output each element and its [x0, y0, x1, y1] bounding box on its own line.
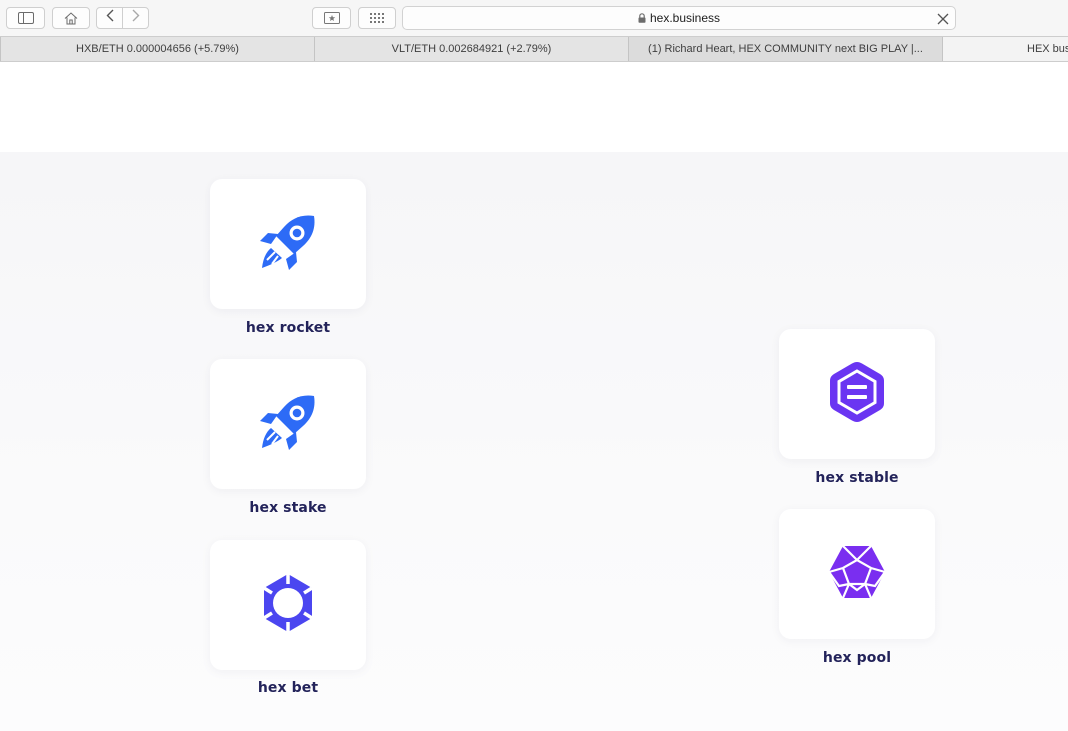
back-button[interactable] — [97, 8, 122, 28]
address-url-text: hex.business — [649, 11, 721, 25]
share-icon — [323, 12, 340, 24]
address-url: hex.business — [403, 11, 955, 26]
app-label-hex-bet[interactable]: hex bet — [210, 680, 366, 696]
rocket-icon — [258, 212, 318, 277]
tab-label: HXB/ETH 0.000004656 (+5.79%) — [76, 43, 239, 55]
tab-bar: HXB/ETH 0.000004656 (+5.79%) VLT/ETH 0.0… — [0, 36, 1068, 62]
sidebar-icon — [17, 12, 34, 24]
sidebar-toggle-button[interactable] — [6, 7, 45, 29]
home-button[interactable] — [52, 7, 90, 29]
app-card-hex-stake[interactable] — [210, 359, 366, 489]
top-sites-button[interactable] — [358, 7, 396, 29]
share-button[interactable] — [312, 7, 351, 29]
page-content: hex rocket hex stake hex bet hex stable … — [0, 62, 1068, 731]
back-icon — [106, 9, 114, 27]
tab-hxb-eth[interactable]: HXB/ETH 0.000004656 (+5.79%) — [0, 37, 315, 61]
tab-label: (1) Richard Heart, HEX COMMUNITY next BI… — [648, 43, 923, 55]
browser-toolbar: hex.business — [0, 0, 1068, 36]
home-icon — [64, 11, 78, 25]
app-label-hex-pool[interactable]: hex pool — [779, 650, 935, 666]
hexagon-equals-icon — [827, 360, 887, 429]
hexagon-mesh-icon — [827, 544, 887, 605]
address-bar[interactable]: hex.business — [402, 6, 956, 30]
grid-icon — [370, 13, 384, 23]
close-icon[interactable] — [937, 12, 949, 30]
app-card-hex-rocket[interactable] — [210, 179, 366, 309]
app-card-hex-bet[interactable] — [210, 540, 366, 670]
history-nav — [96, 7, 149, 29]
tab-label: HEX bus — [1027, 43, 1068, 55]
lifebuoy-icon — [258, 572, 318, 639]
app-label-hex-stake[interactable]: hex stake — [210, 500, 366, 516]
app-card-hex-pool[interactable] — [779, 509, 935, 639]
forward-button[interactable] — [122, 8, 148, 28]
tab-richard-heart[interactable]: (1) Richard Heart, HEX COMMUNITY next BI… — [629, 37, 943, 61]
tab-hex-business[interactable]: HEX bus — [943, 37, 1068, 61]
tab-label: VLT/ETH 0.002684921 (+2.79%) — [391, 43, 552, 55]
app-card-hex-stable[interactable] — [779, 329, 935, 459]
rocket-icon — [258, 392, 318, 457]
app-label-hex-stable[interactable]: hex stable — [779, 470, 935, 486]
app-label-hex-rocket[interactable]: hex rocket — [210, 320, 366, 336]
tab-vlt-eth[interactable]: VLT/ETH 0.002684921 (+2.79%) — [315, 37, 629, 61]
lock-icon — [638, 12, 646, 26]
forward-icon — [132, 9, 140, 27]
